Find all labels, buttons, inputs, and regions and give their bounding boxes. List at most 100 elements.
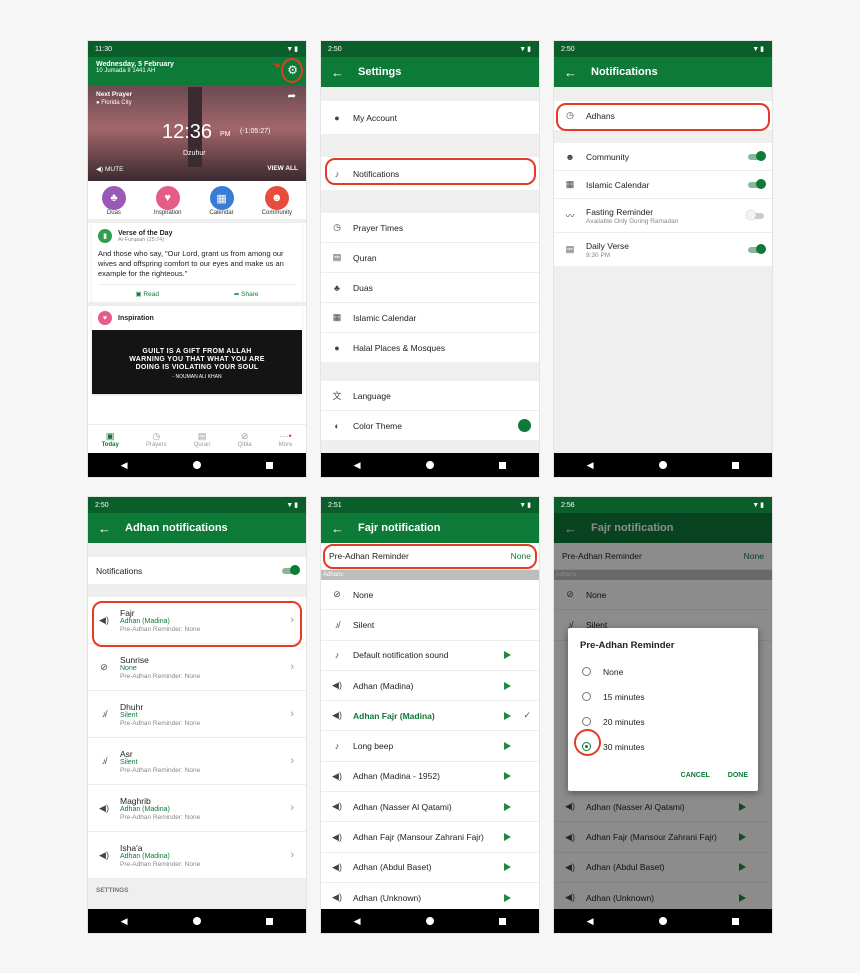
daily-verse-toggle[interactable] bbox=[748, 244, 766, 254]
prayer-sound: Adhan (Madina) bbox=[120, 805, 170, 813]
prayer-name: Dzuhur bbox=[183, 150, 206, 157]
sound-mansour-zahrani[interactable]: ◀) Adhan Fajr (Mansour Zahrani Fajr) bbox=[321, 822, 539, 853]
tab-label: Prayers bbox=[145, 441, 167, 448]
view-all-button[interactable]: VIEW ALL bbox=[267, 165, 298, 172]
prayer-row-fajr[interactable]: ◀) Fajr Adhan (Madina) Pre-Adhan Reminder: … bbox=[88, 597, 306, 644]
notif-fasting-reminder[interactable]: 〰 Fasting Reminder Available Only During R… bbox=[554, 199, 772, 233]
back-nav-icon[interactable]: ◀ bbox=[121, 460, 128, 471]
sound-none[interactable]: ⊘ None bbox=[321, 580, 539, 611]
notif-daily-verse[interactable]: ▤ Daily Verse 9:30 PM bbox=[554, 233, 772, 267]
sound-default[interactable]: ♪ Default notification sound bbox=[321, 640, 539, 671]
back-arrow-icon[interactable]: ← bbox=[331, 65, 344, 80]
prayer-row-asr[interactable]: ♪̸ Asr Silent Pre-Adhan Reminder: None › bbox=[88, 738, 306, 785]
back-nav-icon[interactable]: ◀ bbox=[354, 460, 361, 471]
home-nav-icon[interactable] bbox=[658, 461, 667, 469]
play-icon[interactable] bbox=[504, 863, 511, 872]
quote-image[interactable]: GUILT IS A GIFT FROM ALLAH WARNING YOU T… bbox=[92, 330, 302, 394]
option-none[interactable]: None bbox=[582, 659, 744, 684]
share-icon[interactable]: ➦ bbox=[288, 91, 296, 102]
tab-more[interactable]: ⋯• More bbox=[279, 431, 293, 448]
prayer-name: Asr bbox=[120, 748, 133, 759]
recents-nav-icon[interactable] bbox=[499, 461, 507, 469]
settings-prayer-times[interactable]: ◷ Prayer Times bbox=[321, 213, 539, 243]
adhan-notifications-toggle-row[interactable]: Notifications bbox=[88, 557, 306, 585]
mute-button[interactable]: ◀) MUTE bbox=[96, 165, 123, 173]
read-button[interactable]: ▣ Read bbox=[135, 290, 159, 298]
pre-adhan-reminder-row[interactable]: Pre-Adhan Reminder None bbox=[321, 543, 539, 570]
home-nav-icon[interactable] bbox=[192, 917, 201, 925]
home-nav-icon[interactable] bbox=[425, 917, 434, 925]
notif-community[interactable]: ☻ Community bbox=[554, 143, 772, 171]
recents-nav-icon[interactable] bbox=[732, 917, 740, 925]
calendar-toggle[interactable] bbox=[748, 179, 766, 189]
play-icon[interactable] bbox=[504, 651, 511, 660]
recents-nav-icon[interactable] bbox=[266, 917, 274, 925]
option-30-minutes[interactable]: 30 minutes bbox=[582, 734, 744, 759]
sound-long-beep[interactable]: ♪ Long beep bbox=[321, 731, 539, 762]
back-nav-icon[interactable]: ◀ bbox=[121, 916, 128, 927]
prayer-row-ishaa[interactable]: ◀) Isha'a Adhan (Madina) Pre-Adhan Reminder… bbox=[88, 832, 306, 879]
sound-adhan-madina[interactable]: ◀) Adhan (Madina) bbox=[321, 670, 539, 702]
recents-nav-icon[interactable] bbox=[732, 461, 740, 469]
settings-notifications[interactable]: ♪ Notifications bbox=[321, 157, 539, 191]
settings-duas[interactable]: ♣ Duas bbox=[321, 273, 539, 303]
play-icon[interactable] bbox=[504, 772, 511, 781]
back-nav-icon[interactable]: ◀ bbox=[354, 916, 361, 927]
sound-silent[interactable]: ♪̸ Silent bbox=[321, 610, 539, 641]
gear-icon[interactable]: ⚙ bbox=[287, 63, 298, 77]
recents-nav-icon[interactable] bbox=[499, 917, 507, 925]
back-arrow-icon[interactable]: ← bbox=[331, 521, 344, 536]
prayer-row-sunrise[interactable]: ⊘ Sunrise None Pre-Adhan Reminder: None › bbox=[88, 644, 306, 691]
settings-language[interactable]: 文 Language bbox=[321, 381, 539, 411]
settings-islamic-calendar[interactable]: ▦ Islamic Calendar bbox=[321, 303, 539, 333]
play-icon[interactable] bbox=[504, 742, 511, 751]
notif-islamic-calendar[interactable]: ▦ Islamic Calendar bbox=[554, 171, 772, 199]
settings-color-theme[interactable]: ◐ Color Theme bbox=[321, 411, 539, 441]
bell-off-icon: ♪̸ bbox=[101, 756, 107, 766]
status-bar: 2:51 ▼▮ bbox=[321, 497, 539, 513]
location: ● Florida City bbox=[96, 100, 132, 106]
sound-adhan-madina-1952[interactable]: ◀) Adhan (Madina - 1952) bbox=[321, 761, 539, 793]
home-nav-icon[interactable] bbox=[658, 917, 667, 925]
theme-swatch[interactable] bbox=[518, 419, 531, 432]
tab-quran[interactable]: ▤ Quran bbox=[194, 431, 211, 448]
tab-today[interactable]: ▣ Today bbox=[102, 431, 119, 448]
play-icon[interactable] bbox=[504, 893, 511, 902]
quick-calendar[interactable]: ▦ Calendar bbox=[209, 186, 234, 216]
home-nav-icon[interactable] bbox=[425, 461, 434, 469]
settings-quran[interactable]: ▤ Quran bbox=[321, 243, 539, 273]
play-icon[interactable] bbox=[504, 681, 511, 690]
prayer-row-dhuhr[interactable]: ♪̸ Dhuhr Silent Pre-Adhan Reminder: None › bbox=[88, 691, 306, 738]
done-button[interactable]: DONE bbox=[728, 772, 748, 779]
play-icon[interactable] bbox=[504, 802, 511, 811]
share-button[interactable]: ➦ Share bbox=[234, 290, 259, 298]
prayer-row-maghrib[interactable]: ◀) Maghrib Adhan (Madina) Pre-Adhan Reminde… bbox=[88, 785, 306, 832]
community-toggle[interactable] bbox=[748, 151, 766, 161]
sound-nasser-al-qatami[interactable]: ◀) Adhan (Nasser Al Qatami) bbox=[321, 792, 539, 823]
play-icon[interactable] bbox=[504, 833, 511, 842]
play-icon[interactable] bbox=[504, 711, 511, 720]
quick-community[interactable]: ☻ Community bbox=[262, 186, 292, 216]
home-nav-icon[interactable] bbox=[192, 461, 201, 469]
settings-halal-places[interactable]: ● Halal Places & Mosques bbox=[321, 333, 539, 363]
sound-adhan-fajr-madina[interactable]: ◀) Adhan Fajr (Madina) ✓ bbox=[321, 701, 539, 732]
option-15-minutes[interactable]: 15 minutes bbox=[582, 684, 744, 709]
notif-adhans[interactable]: ◷ Adhans bbox=[554, 101, 772, 131]
quick-inspiration[interactable]: ♥ Inspiration bbox=[154, 186, 182, 216]
notifications-toggle[interactable] bbox=[282, 565, 300, 575]
back-arrow-icon[interactable]: ← bbox=[98, 521, 111, 536]
fasting-toggle[interactable] bbox=[746, 210, 764, 220]
recents-nav-icon[interactable] bbox=[266, 461, 274, 469]
tab-qibla[interactable]: ⊘ Qibla bbox=[238, 431, 252, 448]
back-arrow-icon[interactable]: ← bbox=[564, 65, 577, 80]
settings-my-account[interactable]: ● My Account bbox=[321, 101, 539, 135]
cancel-button[interactable]: CANCEL bbox=[681, 772, 710, 779]
option-label: None bbox=[603, 666, 624, 677]
tab-prayers[interactable]: ◷ Prayers bbox=[146, 431, 167, 448]
row-label-selected: Adhan Fajr (Madina) bbox=[353, 710, 435, 721]
quick-duas[interactable]: ♣ Duas bbox=[101, 186, 126, 216]
sound-abdul-baset[interactable]: ◀) Adhan (Abdul Baset) bbox=[321, 852, 539, 883]
option-20-minutes[interactable]: 20 minutes bbox=[582, 709, 744, 734]
back-nav-icon[interactable]: ◀ bbox=[587, 460, 594, 471]
back-nav-icon[interactable]: ◀ bbox=[587, 916, 594, 927]
